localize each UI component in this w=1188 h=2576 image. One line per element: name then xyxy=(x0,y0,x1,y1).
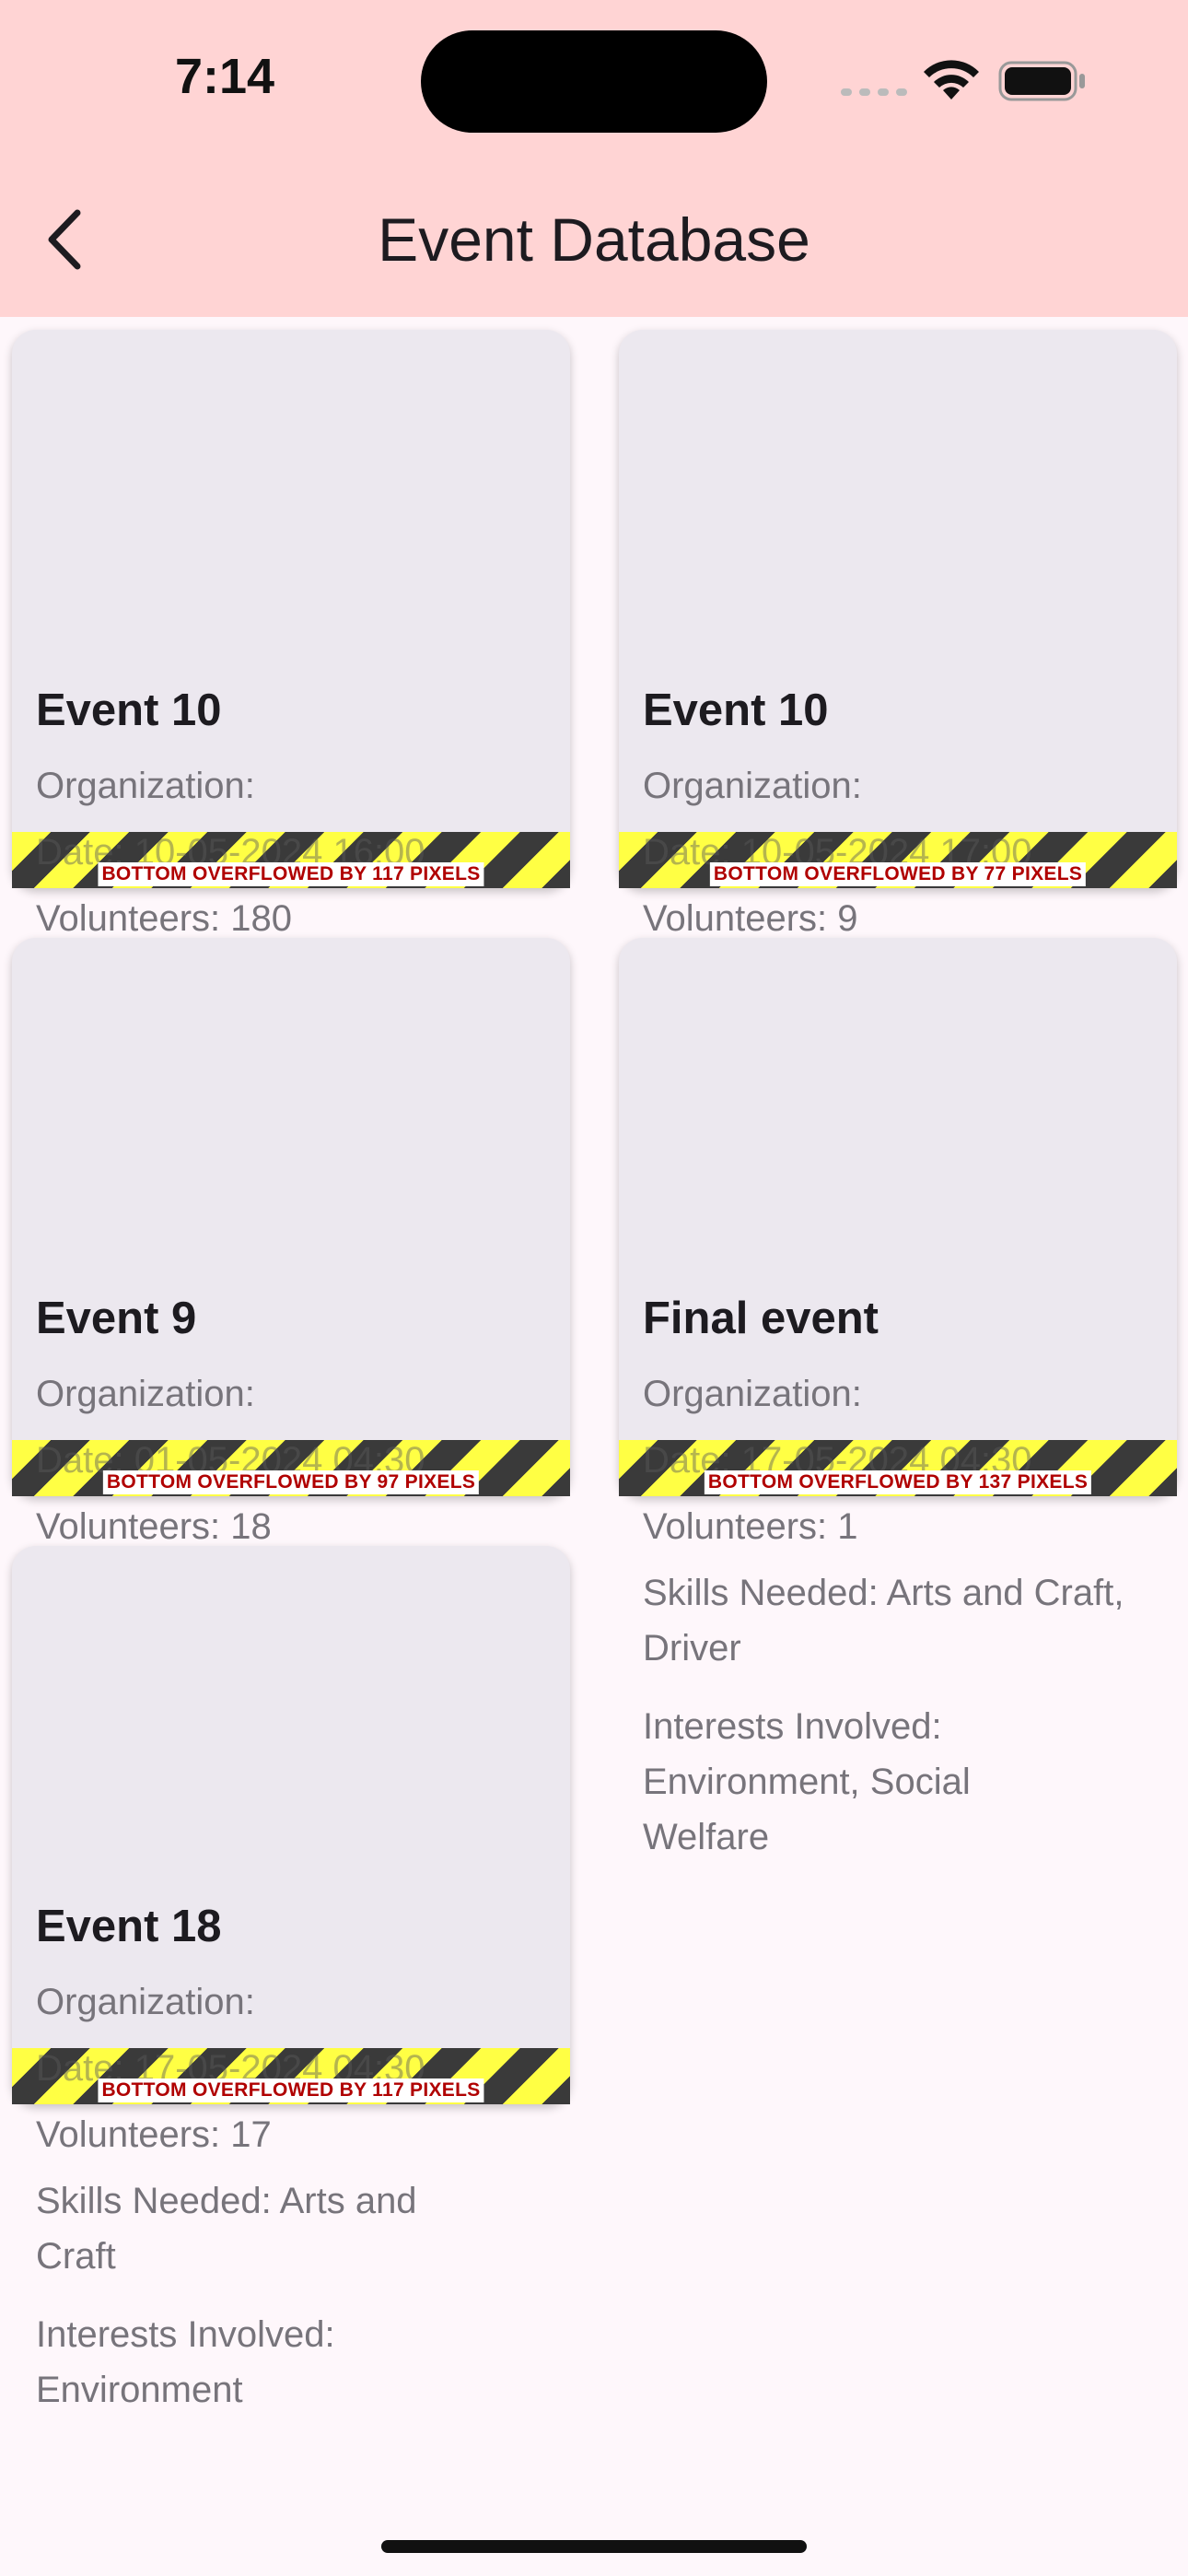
overflow-warning: Date: 10-05-2024 17:00 BOTTOM OVERFLOWED… xyxy=(619,832,1177,888)
overflow-label: BOTTOM OVERFLOWED BY 97 PIXELS xyxy=(102,1470,480,1494)
status-time: 7:14 xyxy=(175,49,275,104)
event-skills: Skills Needed: Arts and Craft, Driver xyxy=(643,1573,1124,1669)
event-title: Event 10 xyxy=(36,685,222,735)
overflow-label: BOTTOM OVERFLOWED BY 77 PIXELS xyxy=(709,862,1087,886)
overflow-warning: Date: 01-05-2024 04:30 BOTTOM OVERFLOWED… xyxy=(12,1440,570,1496)
event-title: Event 10 xyxy=(643,685,829,735)
event-organization: Organization: xyxy=(36,766,255,806)
event-organization: Organization: xyxy=(36,1374,255,1414)
event-card[interactable]: Event 9 Organization: Date: 01-05-2024 0… xyxy=(12,938,570,1547)
event-interests: Interests Involved: Environment xyxy=(36,2314,335,2410)
event-organization: Organization: xyxy=(643,766,862,806)
event-title: Final event xyxy=(643,1294,879,1343)
event-organization: Organization: xyxy=(36,1982,255,2022)
event-card[interactable]: Final event Organization: Date: 17-05-20… xyxy=(619,938,1177,1857)
wifi-icon xyxy=(924,60,979,100)
battery-icon xyxy=(998,61,1085,101)
overflow-label: BOTTOM OVERFLOWED BY 117 PIXELS xyxy=(98,862,484,886)
app-bar: 7:14 Event Database xyxy=(0,0,1188,317)
event-title: Event 18 xyxy=(36,1902,222,1951)
cellular-signal-icon xyxy=(841,88,907,96)
event-volunteers: Volunteers: 17 xyxy=(36,2114,272,2155)
overflow-warning: Date: 10-05-2024 16:00 BOTTOM OVERFLOWED… xyxy=(12,832,570,888)
overflow-label: BOTTOM OVERFLOWED BY 117 PIXELS xyxy=(98,2078,484,2102)
event-card[interactable]: Event 10 Organization: Date: 10-05-2024 … xyxy=(619,330,1177,939)
event-card[interactable]: Event 18 Organization: Date: 17-05-2024 … xyxy=(12,1546,570,2410)
overflow-label: BOTTOM OVERFLOWED BY 137 PIXELS xyxy=(704,1470,1092,1494)
event-volunteers: Volunteers: 1 xyxy=(643,1506,858,1547)
event-interests: Interests Involved: Environment, Social … xyxy=(643,1706,971,1857)
event-organization: Organization: xyxy=(643,1374,862,1414)
event-skills: Skills Needed: Arts and Craft xyxy=(36,2181,417,2277)
dynamic-island xyxy=(421,30,767,133)
home-indicator[interactable] xyxy=(381,2540,807,2553)
event-title: Event 9 xyxy=(36,1294,197,1343)
overflow-warning: Date: 17-05-2024 04:30 BOTTOM OVERFLOWED… xyxy=(12,2048,570,2104)
event-card[interactable]: Event 10 Organization: Date: 10-05-2024 … xyxy=(12,330,570,939)
page-title: Event Database xyxy=(378,205,810,274)
overflow-warning: Date: 17-05-2024 04:30 BOTTOM OVERFLOWED… xyxy=(619,1440,1177,1496)
